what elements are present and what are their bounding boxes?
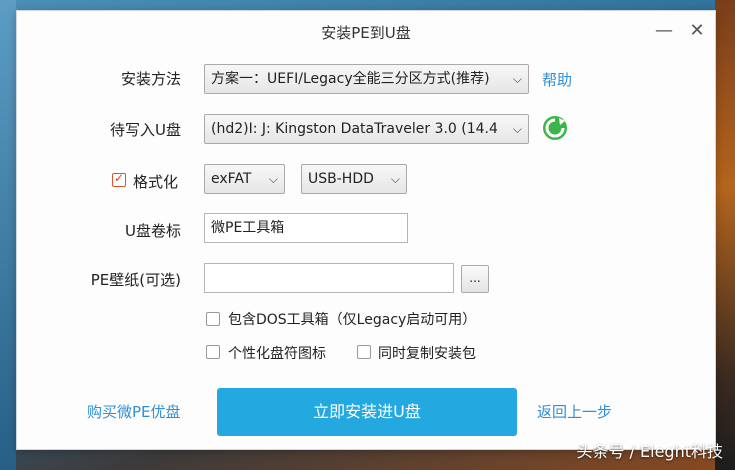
watermark-text: 头条号 / Eleght科技 — [576, 442, 723, 461]
close-icon[interactable]: ✕ — [687, 21, 707, 41]
target-drive-label: 待写入U盘 — [110, 121, 181, 139]
format-label: 格式化 — [133, 173, 179, 191]
target-drive-select[interactable]: (hd2)I: J: Kingston DataTraveler 3.0 (14… — [204, 114, 529, 144]
install-to-usb-button[interactable]: 立即安装进U盘 — [217, 388, 517, 436]
chevron-down-icon: ⌵ — [268, 172, 278, 186]
install-method-value: 方案一：UEFI/Legacy全能三分区方式(推荐) — [211, 71, 490, 87]
dos-tools-checkbox[interactable] — [206, 312, 220, 326]
dos-tools-label: 包含DOS工具箱（仅Legacy启动可用） — [228, 312, 477, 328]
copy-installer-label: 同时复制安装包 — [378, 346, 476, 362]
back-link[interactable]: 返回上一步 — [537, 401, 612, 422]
desktop-background-left — [0, 0, 16, 470]
filesystem-value: exFAT — [211, 171, 252, 187]
chevron-down-icon: ⌵ — [390, 172, 400, 186]
refresh-icon[interactable] — [542, 115, 568, 141]
custom-icon-checkbox[interactable] — [206, 345, 220, 359]
custom-icon-label: 个性化盘符图标 — [228, 346, 326, 362]
volume-label-label: U盘卷标 — [125, 222, 181, 240]
target-drive-value: (hd2)I: J: Kingston DataTraveler 3.0 (14… — [211, 121, 498, 137]
format-checkbox[interactable] — [112, 171, 126, 187]
wallpaper-path-input[interactable] — [204, 263, 454, 293]
install-method-label: 安装方法 — [120, 70, 181, 88]
window-title: 安装PE到U盘 — [321, 24, 411, 42]
wallpaper-label: PE壁纸(可选) — [90, 271, 181, 289]
buy-usb-link[interactable]: 购买微PE优盘 — [87, 401, 181, 422]
title-bar: 安装PE到U盘 — ✕ — [17, 11, 715, 53]
chevron-down-icon: ⌵ — [512, 72, 522, 86]
install-method-select[interactable]: 方案一：UEFI/Legacy全能三分区方式(推荐) ⌵ — [204, 64, 529, 94]
install-pe-dialog: 安装PE到U盘 — ✕ 安装方法 方案一：UEFI/Legacy全能三分区方式(… — [16, 10, 716, 450]
usb-mode-value: USB-HDD — [308, 171, 374, 187]
filesystem-select[interactable]: exFAT ⌵ — [204, 164, 285, 194]
copy-installer-checkbox[interactable] — [357, 345, 371, 359]
chevron-down-icon: ⌵ — [512, 122, 522, 136]
help-link[interactable]: 帮助 — [542, 69, 572, 90]
volume-label-input[interactable]: 微PE工具箱 — [204, 213, 408, 243]
browse-button[interactable]: ... — [461, 265, 489, 293]
usb-mode-select[interactable]: USB-HDD ⌵ — [301, 164, 407, 194]
minimize-icon[interactable]: — — [654, 21, 674, 41]
desktop-background-right — [715, 0, 735, 470]
